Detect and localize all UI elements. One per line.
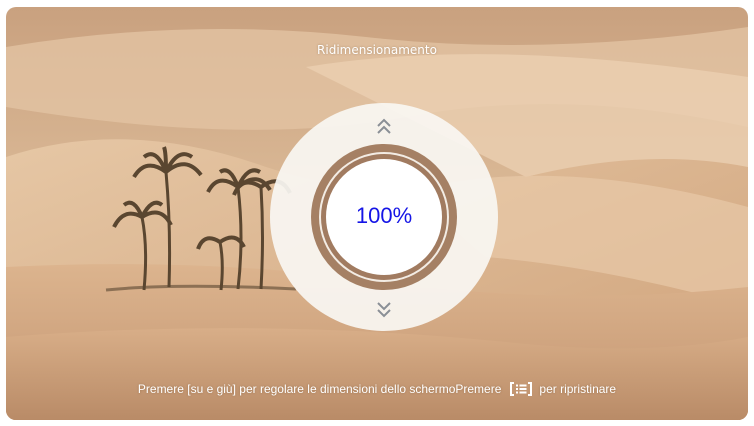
double-chevron-down-icon[interactable] — [374, 299, 394, 319]
dialog-title: Ridimensionamento — [317, 43, 437, 57]
menu-key-icon — [510, 381, 533, 396]
hint-text-reset: per ripristinare — [539, 382, 617, 396]
instructions-hint: Premere [su e giù] per regolare le dimen… — [6, 381, 748, 397]
zoom-dial[interactable]: 100% — [270, 103, 498, 331]
hint-text-adjust: Premere [su e giù] per regolare le dimen… — [137, 382, 502, 396]
double-chevron-up-icon[interactable] — [374, 117, 394, 137]
zoom-value: 100% — [355, 203, 413, 228]
resize-screen: Ridimensionamento 100% Premere [su e giù… — [6, 7, 748, 420]
